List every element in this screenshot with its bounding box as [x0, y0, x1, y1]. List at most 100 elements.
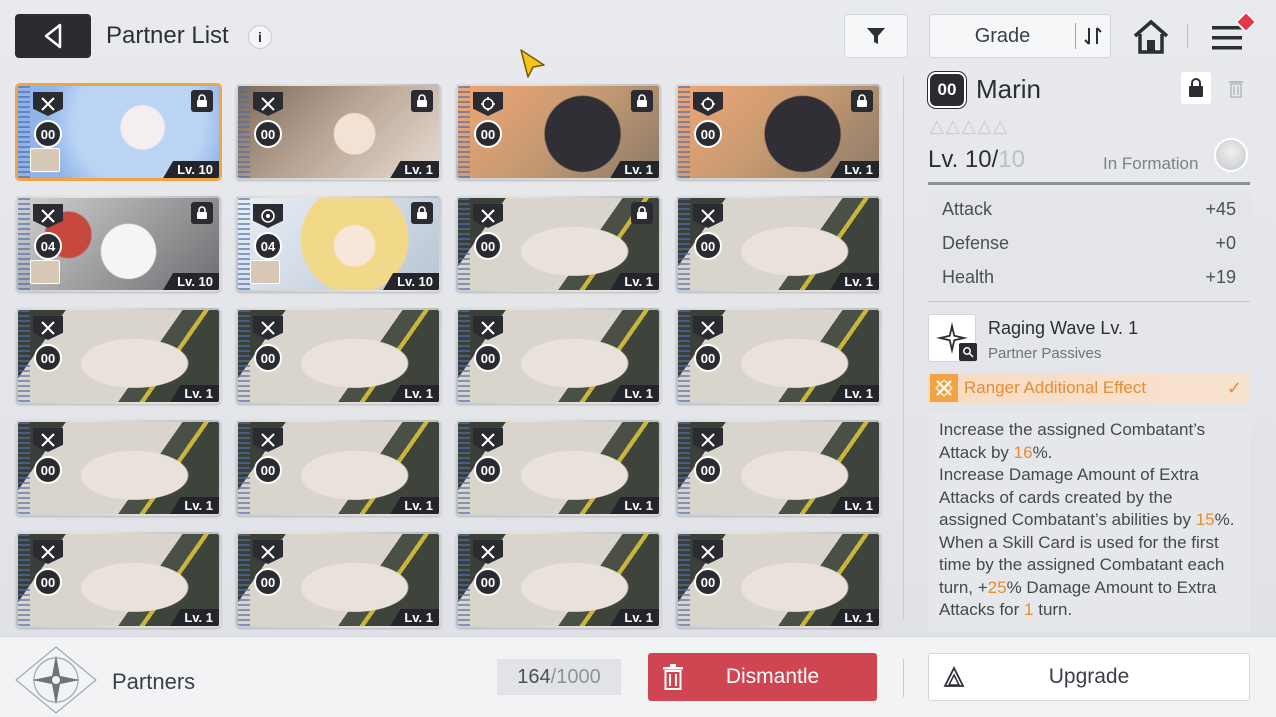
additional-effect-bar[interactable]: Ranger Additional Effect ✓: [928, 373, 1250, 403]
partner-card-6[interactable]: 04 Lv. 10: [236, 196, 441, 292]
grade-badge: 00: [34, 568, 62, 596]
page-title: Partner List: [106, 22, 229, 49]
card-stripe: [18, 534, 30, 626]
lock-icon: [191, 90, 213, 112]
grade-badge: 00: [34, 344, 62, 372]
grade-badge: 00: [254, 344, 282, 372]
stat-label: Defense: [942, 232, 1010, 253]
section-label: Partners: [112, 669, 196, 694]
grade-badge: 00: [694, 456, 722, 484]
partner-card-3[interactable]: 00 Lv. 1: [456, 84, 661, 180]
discard-button[interactable]: [1221, 72, 1251, 104]
filter-button[interactable]: [844, 14, 908, 58]
info-icon[interactable]: i: [248, 25, 272, 49]
lock-icon: [631, 90, 653, 112]
partner-card-19[interactable]: 00 Lv. 1: [456, 532, 661, 628]
stat-row-attack: Attack +45: [928, 193, 1250, 225]
formation-avatar: [30, 260, 60, 284]
home-button[interactable]: [1131, 18, 1171, 56]
grade-badge: 04: [254, 232, 282, 260]
dismantle-button[interactable]: Dismantle: [648, 653, 877, 701]
home-icon: [1133, 19, 1169, 54]
lock-icon: [411, 202, 433, 224]
partner-card-13[interactable]: 00 Lv. 1: [16, 420, 221, 516]
card-stripe: [18, 422, 30, 514]
star-icon: △: [930, 116, 944, 136]
star-rating: △ △ △ △ △: [930, 116, 1007, 137]
trash-icon: [648, 664, 698, 690]
grade-badge: 00: [694, 568, 722, 596]
formation-avatar[interactable]: [1214, 138, 1248, 172]
partner-card-5[interactable]: 04 Lv. 10: [16, 196, 221, 292]
grade-badge: 00: [254, 568, 282, 596]
back-arrow-icon: [44, 23, 62, 49]
lock-icon: [1189, 78, 1203, 97]
star-icon: △: [993, 116, 1008, 136]
checkmark-icon: ✓: [1226, 377, 1242, 398]
stat-row-defense: Defense +0: [928, 227, 1250, 259]
lock-icon: [191, 202, 213, 224]
card-stripe: [678, 534, 690, 626]
sort-button[interactable]: Grade: [929, 14, 1111, 58]
partner-card-14[interactable]: 00 Lv. 1: [236, 420, 441, 516]
card-stripe: [458, 422, 470, 514]
lock-button[interactable]: [1181, 72, 1211, 104]
partner-card-9[interactable]: 00 Lv. 1: [16, 308, 221, 404]
partner-card-11[interactable]: 00 Lv. 1: [456, 308, 661, 404]
card-stripe: [678, 310, 690, 402]
partner-card-20[interactable]: 00 Lv. 1: [676, 532, 881, 628]
level-current: Lv. 10: [928, 146, 992, 173]
partner-card-12[interactable]: 00 Lv. 1: [676, 308, 881, 404]
skill-description: Increase the assigned Combatant’s Attack…: [928, 411, 1250, 632]
menu-button[interactable]: [1208, 10, 1258, 56]
stats-divider: [928, 301, 1250, 302]
back-button[interactable]: [15, 14, 91, 58]
description-text: Increase the assigned Combatant’s Attack…: [939, 420, 1206, 462]
description-text: %.: [1032, 442, 1053, 462]
count-total: 1000: [556, 665, 601, 688]
partner-grid: 00 Lv. 10 00 Lv. 1 00 Lv. 1 00 Lv. 1 04 …: [16, 84, 881, 628]
partner-card-15[interactable]: 00 Lv. 1: [456, 420, 661, 516]
sort-order-icon[interactable]: [1076, 25, 1110, 47]
highlight-value: 15: [1195, 510, 1215, 529]
partner-card-16[interactable]: 00 Lv. 1: [676, 420, 881, 516]
grade-badge: 00: [474, 456, 502, 484]
magnifier-icon: [959, 343, 977, 361]
card-stripe: [458, 198, 470, 290]
in-formation-label: In Formation: [1103, 154, 1199, 173]
grade-badge: 00: [34, 456, 62, 484]
card-stripe: [18, 310, 30, 402]
formation-avatar: [30, 148, 60, 172]
partner-card-1[interactable]: 00 Lv. 10: [16, 84, 221, 180]
star-icon: △: [961, 116, 976, 136]
toolbar-divider: [1187, 24, 1188, 48]
grade-badge: 00: [254, 456, 282, 484]
stats-list: Attack +45 Defense +0 Health +19: [928, 193, 1250, 295]
count-current: 164: [517, 665, 551, 688]
upgrade-button[interactable]: Upgrade: [928, 653, 1250, 701]
stat-label: Attack: [942, 198, 993, 219]
bottom-bar: Partners 164 / 1000 Dismantle Upgrade: [0, 636, 1276, 717]
level-max: 10: [998, 146, 1025, 173]
lock-icon: [631, 202, 653, 224]
upgrade-label: Upgrade: [1048, 665, 1130, 688]
filter-icon: [867, 28, 885, 44]
partner-card-7[interactable]: 00 Lv. 1: [456, 196, 661, 292]
highlight-value: 1: [1024, 600, 1034, 619]
partner-card-8[interactable]: 00 Lv. 1: [676, 196, 881, 292]
footer-divider: [903, 659, 904, 697]
partner-card-18[interactable]: 00 Lv. 1: [236, 532, 441, 628]
highlight-value: 25: [987, 577, 1007, 597]
partner-card-10[interactable]: 00 Lv. 1: [236, 308, 441, 404]
partner-card-2[interactable]: 00 Lv. 1: [236, 84, 441, 180]
lock-icon: [411, 90, 433, 112]
card-stripe: [238, 310, 250, 402]
lock-icon: [851, 90, 873, 112]
skill-button[interactable]: [928, 314, 977, 362]
trash-icon: [1229, 81, 1243, 98]
description-text: %.: [1214, 510, 1235, 529]
grade-badge: 04: [34, 232, 62, 260]
partner-card-17[interactable]: 00 Lv. 1: [16, 532, 221, 628]
stat-value: +45: [1205, 198, 1236, 219]
partner-card-4[interactable]: 00 Lv. 1: [676, 84, 881, 180]
